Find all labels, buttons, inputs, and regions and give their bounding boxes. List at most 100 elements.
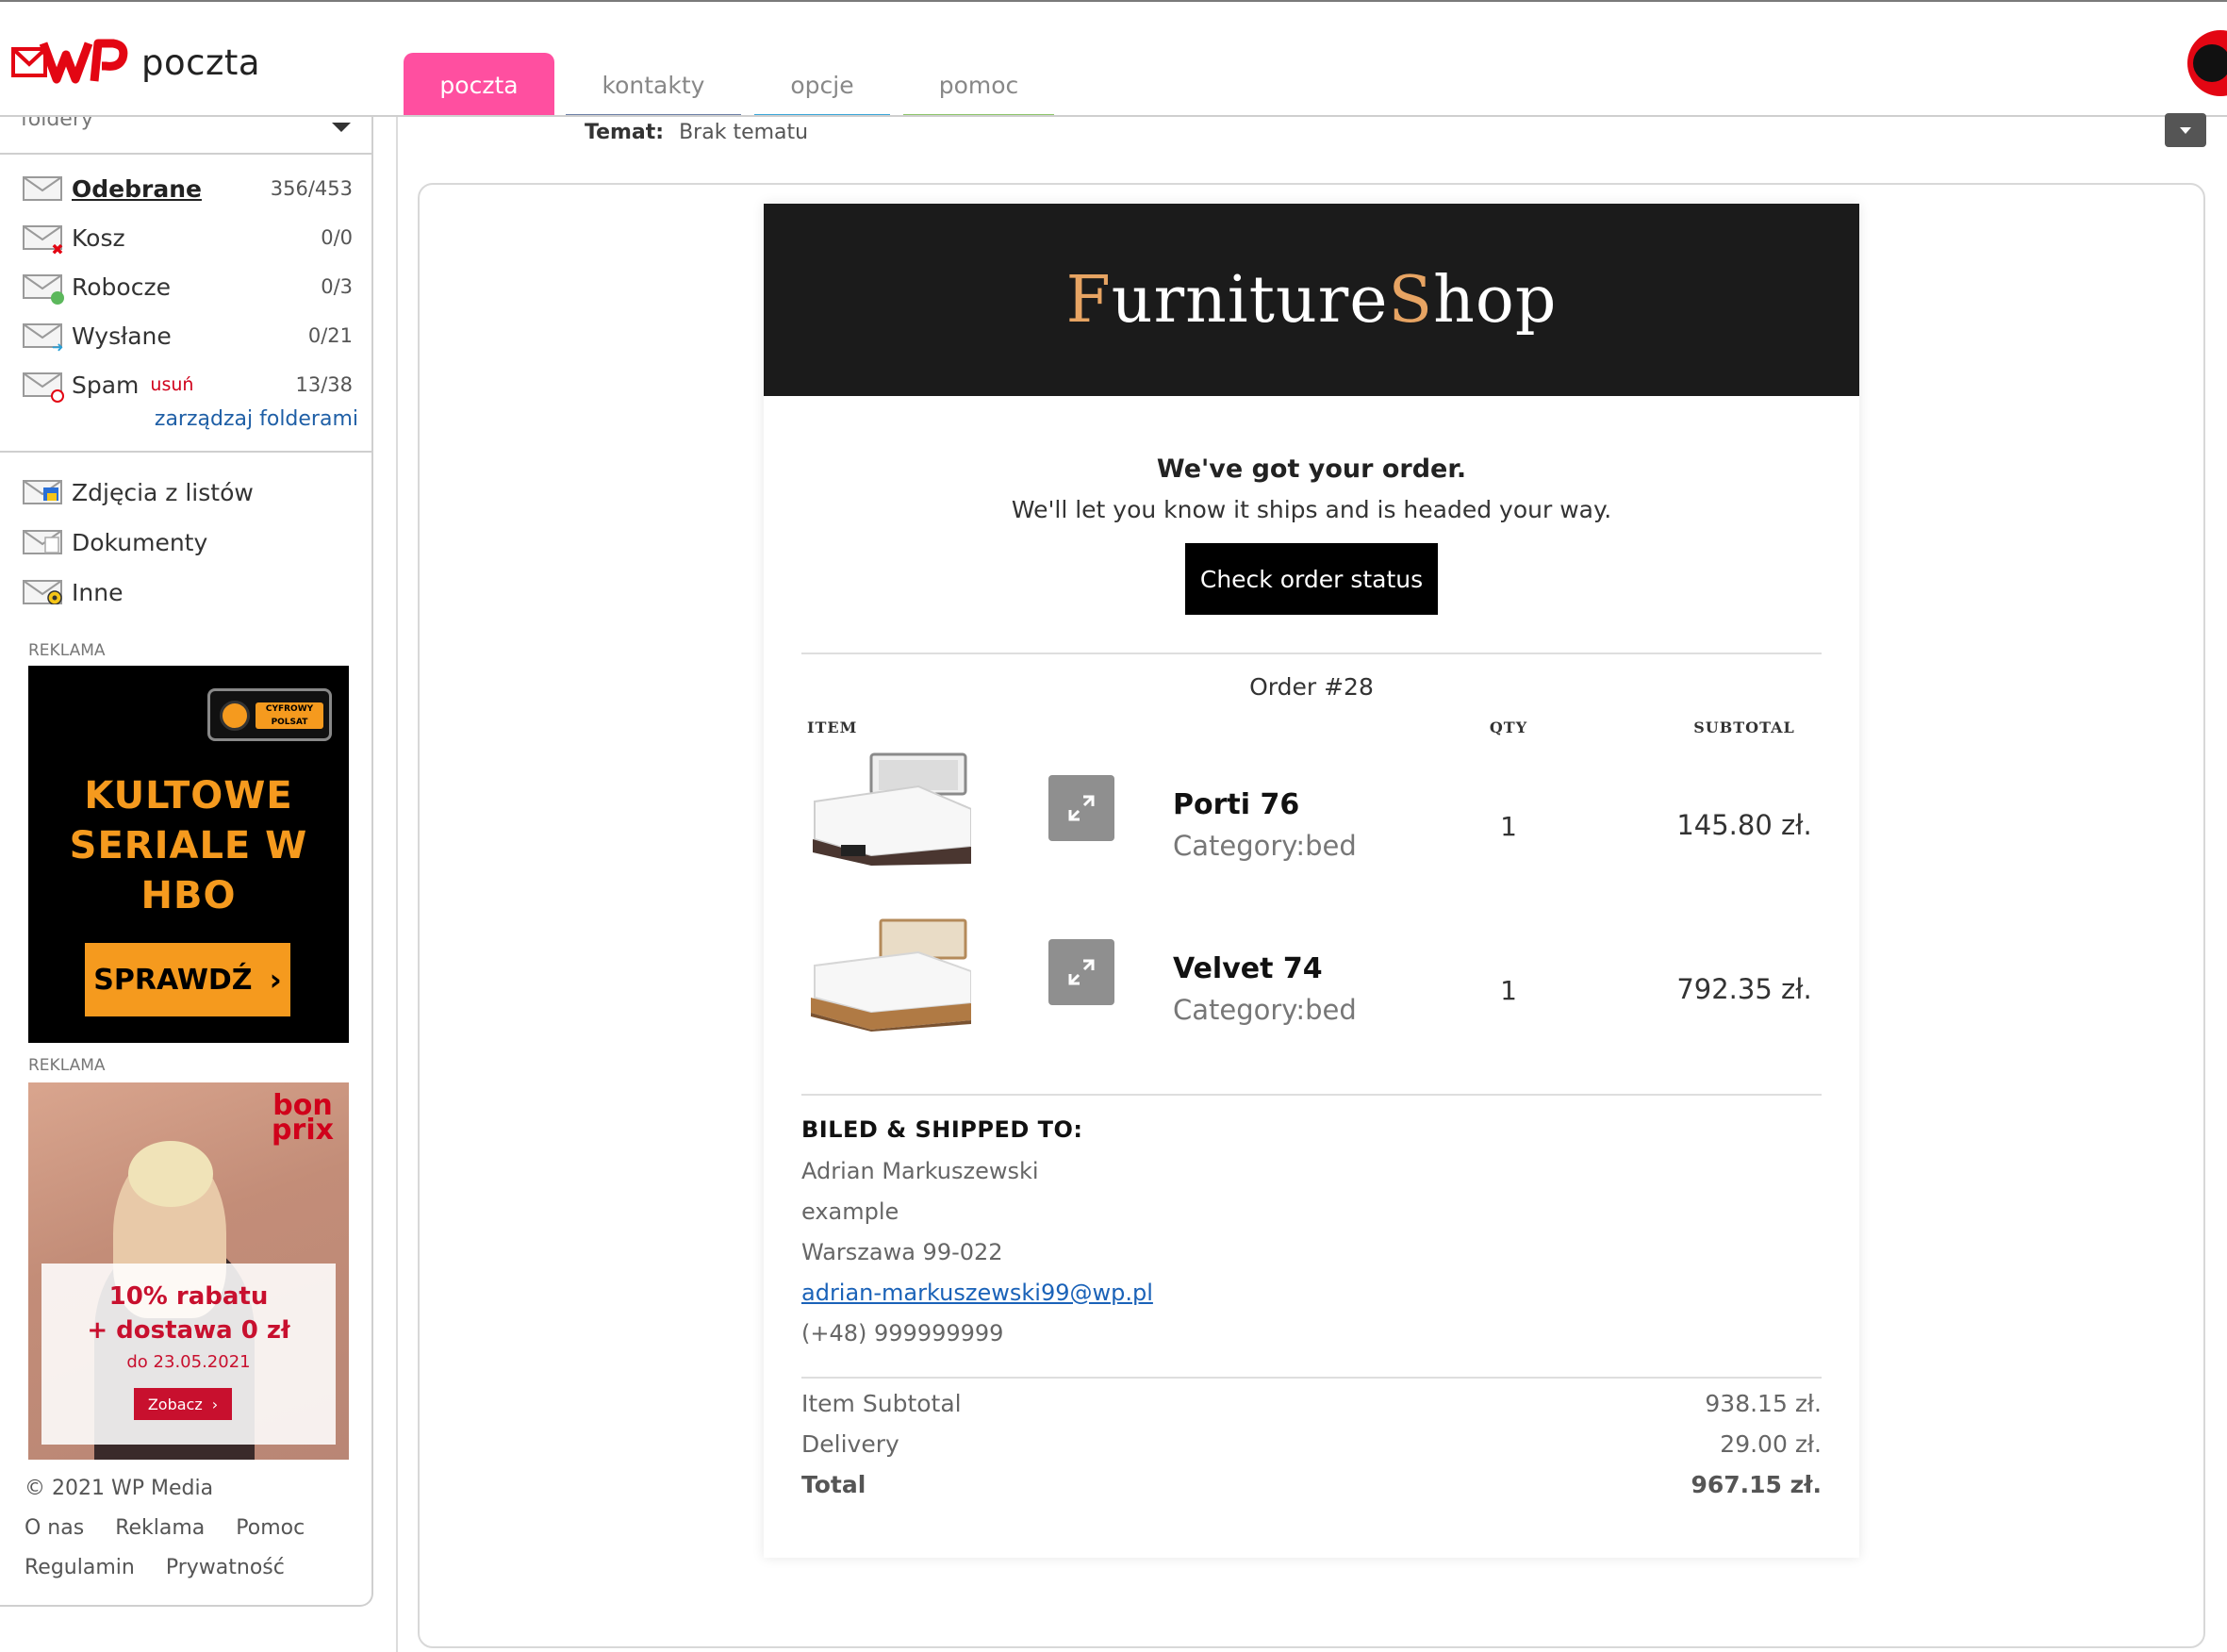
shipping-email-link[interactable]: adrian-markuszewski99@wp.pl xyxy=(801,1280,1153,1306)
chevron-down-icon xyxy=(332,123,351,132)
column-header-qty: QTY xyxy=(1489,719,1528,736)
ad-cta-button[interactable]: Zobacz › xyxy=(134,1388,232,1420)
divider xyxy=(0,153,371,155)
footer-link-terms[interactable]: Regulamin xyxy=(25,1556,135,1579)
folder-kosz[interactable]: ✖ Kosz 0/0 xyxy=(23,219,353,258)
ad-banner-hbo[interactable]: CYFROWY POLSAT KULTOWE SERIALE W HBO SPR… xyxy=(28,666,349,1043)
ad-offer-box: 10% rabatu + dostawa 0 zł do 23.05.2021 … xyxy=(41,1264,336,1445)
globe-icon xyxy=(220,701,250,731)
bed-image xyxy=(811,918,971,1032)
footer-link-about[interactable]: O nas xyxy=(25,1516,84,1540)
order-number: Order #28 xyxy=(1249,673,1374,701)
footer-link-help[interactable]: Pomoc xyxy=(236,1516,305,1540)
folders-dropdown[interactable]: foldery xyxy=(21,117,351,153)
manage-folders-link[interactable]: zarządzaj folderami xyxy=(155,407,358,431)
delivery-label: Delivery xyxy=(801,1430,899,1458)
app-header: poczta poczta kontakty opcje pomoc xyxy=(0,2,2227,117)
folder-label: Odebrane xyxy=(72,174,202,203)
folder-label: Wysłane xyxy=(72,322,172,350)
spam-empty-link[interactable]: usuń xyxy=(150,374,193,395)
collapse-header-button[interactable] xyxy=(2165,113,2206,147)
shipping-phone: (+48) 999999999 xyxy=(801,1320,1004,1346)
shipping-address-line: example xyxy=(801,1198,899,1225)
check-order-status-button[interactable]: Check order status xyxy=(1185,543,1438,615)
folder-label: Inne xyxy=(72,578,124,606)
item-category: Category:bed xyxy=(1173,830,1357,862)
button-label: Check order status xyxy=(1199,565,1424,593)
folder-count: 0/21 xyxy=(307,324,353,347)
item-category: Category:bed xyxy=(1173,994,1357,1026)
item-name: Velvet 74 xyxy=(1173,952,1323,985)
tab-label: pomoc xyxy=(938,71,1019,99)
divider xyxy=(801,1094,1822,1096)
item-qty: 1 xyxy=(1500,811,1517,842)
trash-envelope-icon: ✖ xyxy=(23,225,64,258)
footer-link-privacy[interactable]: Prywatność xyxy=(166,1556,285,1579)
logo-letter: F xyxy=(1065,262,1112,338)
message-subject: Temat: Brak tematu xyxy=(585,121,808,144)
sidebar: foldery Odebrane 356/453 ✖ Kosz 0/0 Robo… xyxy=(0,117,373,1607)
footer-copyright: © 2021 WP Media xyxy=(25,1477,214,1500)
item-qty: 1 xyxy=(1500,975,1517,1006)
tab-poczta[interactable]: poczta xyxy=(404,53,554,117)
chevron-right-icon: › xyxy=(269,962,282,998)
folder-count: 356/453 xyxy=(270,177,353,200)
ad-label: REKLAMA xyxy=(28,1056,106,1075)
folder-count: 0/3 xyxy=(321,275,353,298)
shipping-name: Adrian Markuszewski xyxy=(801,1158,1039,1184)
ad-offer-line: 10% rabatu xyxy=(108,1282,269,1311)
folder-label: Dokumenty xyxy=(72,528,208,556)
item-subtotal-label: Item Subtotal xyxy=(801,1390,962,1417)
main-nav-tabs: poczta kontakty opcje pomoc xyxy=(404,53,1067,117)
expand-icon[interactable] xyxy=(1048,939,1114,1005)
folder-count: 0/0 xyxy=(321,226,353,249)
photo-envelope-icon xyxy=(23,480,62,504)
ad-offer-date: do 23.05.2021 xyxy=(126,1352,251,1372)
folder-spam[interactable]: Spam usuń 13/38 xyxy=(23,366,353,404)
smart-folder-photos[interactable]: Zdjęcia z listów xyxy=(23,473,353,511)
ad-cta-button[interactable]: SPRAWDŹ › xyxy=(85,943,290,1016)
item-subtotal-value: 938.15 zł. xyxy=(1705,1390,1822,1417)
folder-wyslane[interactable]: ➜ Wysłane 0/21 xyxy=(23,317,353,355)
bed-image xyxy=(813,752,971,866)
tab-pomoc[interactable]: pomoc xyxy=(903,53,1054,117)
user-avatar[interactable] xyxy=(2187,30,2227,96)
smart-folder-other[interactable]: Inne xyxy=(23,573,353,611)
email-content: FurnitureShop We've got your order. We'l… xyxy=(764,204,1859,1558)
ad-headline: KULTOWE SERIALE W HBO xyxy=(69,774,308,917)
cyfrowy-polsat-logo: CYFROWY POLSAT xyxy=(207,688,332,741)
folder-robocze[interactable]: Robocze 0/3 xyxy=(23,268,353,306)
chevron-right-icon: › xyxy=(211,1395,219,1413)
shipping-heading: BILED & SHIPPED TO: xyxy=(801,1116,1083,1143)
smart-folder-documents[interactable]: Dokumenty xyxy=(23,523,353,561)
folder-label: Kosz xyxy=(72,223,125,252)
folders-label: foldery xyxy=(21,117,93,131)
ad-cta-label: Zobacz xyxy=(147,1395,203,1413)
draft-envelope-icon xyxy=(23,274,64,305)
subject-value: Brak tematu xyxy=(679,121,809,144)
folder-label: Robocze xyxy=(72,273,171,301)
folder-label: Zdjęcia z listów xyxy=(72,478,254,506)
folder-odebrane[interactable]: Odebrane 356/453 xyxy=(23,170,353,207)
footer-links-row: O nas Reklama Pomoc xyxy=(25,1516,329,1540)
item-subtotal: 792.35 zł. xyxy=(1676,973,1812,1005)
ad-banner-bonprix[interactable]: bon prix 10% rabatu + dostawa 0 zł do 23… xyxy=(28,1082,349,1460)
divider xyxy=(0,451,371,453)
bonprix-logo: bon prix xyxy=(272,1089,334,1147)
ad-logo-text: CYFROWY POLSAT xyxy=(256,702,323,729)
wp-logo-icon xyxy=(11,39,128,84)
logo-text: hop xyxy=(1433,262,1558,338)
footer-link-ads[interactable]: Reklama xyxy=(115,1516,205,1540)
tab-label: opcje xyxy=(790,71,854,99)
spam-envelope-icon xyxy=(23,372,64,403)
wp-poczta-logo[interactable]: poczta xyxy=(11,36,260,89)
tab-kontakty[interactable]: kontakty xyxy=(566,53,741,117)
avatar-inner xyxy=(2193,44,2227,82)
expand-icon[interactable] xyxy=(1048,775,1114,841)
tab-label: kontakty xyxy=(602,71,705,99)
ad-label: REKLAMA xyxy=(28,641,106,660)
tab-opcje[interactable]: opcje xyxy=(754,53,890,117)
divider xyxy=(801,1377,1822,1379)
column-header-item: ITEM xyxy=(807,719,858,736)
column-header-subtotal: SUBTOTAL xyxy=(1693,719,1795,736)
